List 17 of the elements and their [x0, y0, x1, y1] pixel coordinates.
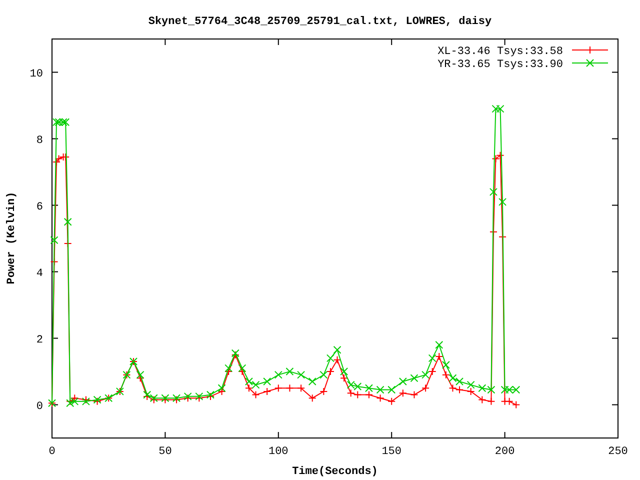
x-tick-label: 200 — [494, 446, 515, 458]
y-tick-label: 0 — [36, 400, 43, 413]
y-axis-label: Power (Kelvin) — [6, 192, 18, 284]
y-tick-label: 8 — [36, 134, 43, 147]
y-tick-label: 6 — [36, 201, 43, 214]
x-tick-label: 150 — [382, 446, 402, 458]
x-tick-label: 0 — [48, 446, 56, 458]
x-axis-label: Time(Seconds) — [292, 466, 378, 478]
x-tick-label: 100 — [268, 446, 288, 458]
y-tick-label: 2 — [36, 334, 43, 346]
legend-label: XL-33.46 Tsys:33.58 — [438, 46, 563, 58]
y-tick-label: 4 — [36, 268, 43, 280]
x-tick-label: 250 — [608, 446, 628, 458]
legend-label: YR-33.65 Tsys:33.90 — [438, 59, 563, 71]
y-tick-label: 10 — [30, 68, 43, 80]
chart-title: Skynet_57764_3C48_25709_25791_cal.txt, LOWRES, daisy — [148, 16, 492, 28]
x-tick-label: 50 — [158, 446, 172, 458]
